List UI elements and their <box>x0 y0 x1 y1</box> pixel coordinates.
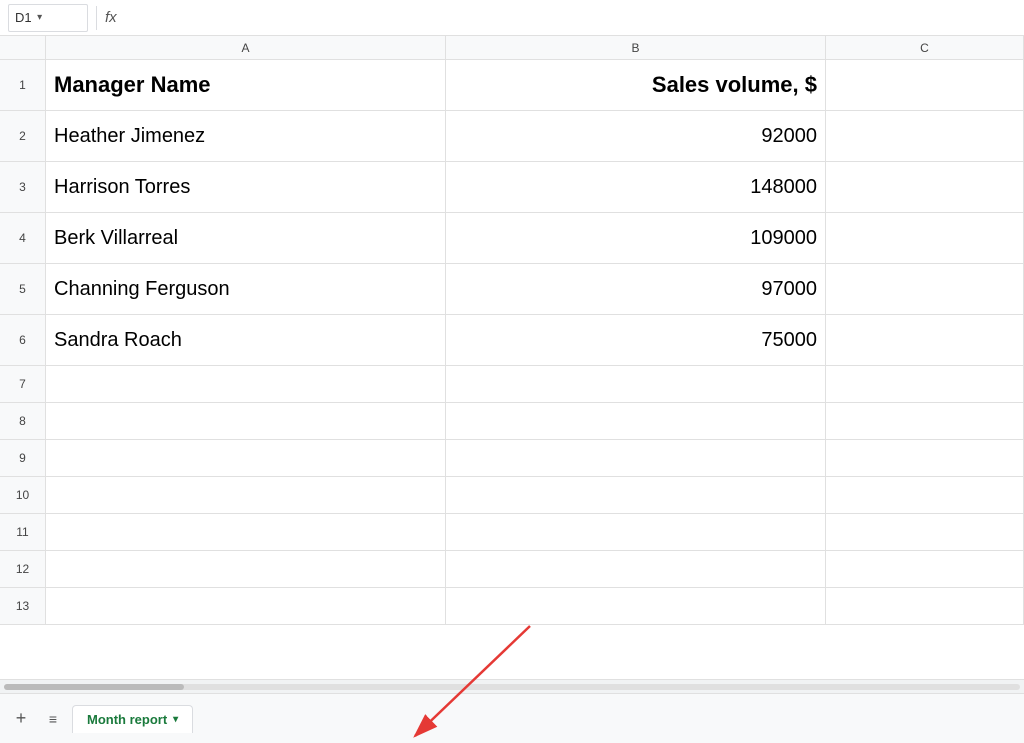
list-icon: ≡ <box>49 711 57 727</box>
cell-a-11[interactable] <box>46 514 446 550</box>
column-headers: A B C <box>0 36 1024 60</box>
cell-ref-dropdown-icon[interactable]: ▾ <box>32 5 48 31</box>
formula-bar: D1 ▾ fx <box>0 0 1024 36</box>
cell-a-12[interactable] <box>46 551 446 587</box>
cell-a-9[interactable] <box>46 440 446 476</box>
table-row: 6 Sandra Roach 75000 <box>0 315 1024 366</box>
cell-a-10[interactable] <box>46 477 446 513</box>
sheet-tab-month-report[interactable]: Month report ▾ <box>72 705 193 733</box>
row-number: 12 <box>0 551 46 587</box>
cell-a-2[interactable]: Heather Jimenez <box>46 111 446 161</box>
empty-row: 7 <box>0 366 1024 403</box>
cell-c-3[interactable] <box>826 162 1024 212</box>
cell-a-7[interactable] <box>46 366 446 402</box>
cell-a-13[interactable] <box>46 588 446 624</box>
row-number: 13 <box>0 588 46 624</box>
cell-b-2[interactable]: 92000 <box>446 111 826 161</box>
cell-b-12[interactable] <box>446 551 826 587</box>
table-row: 5 Channing Ferguson 97000 <box>0 264 1024 315</box>
cell-b-1[interactable]: Sales volume, $ <box>446 60 826 110</box>
row-number: 1 <box>0 60 46 110</box>
cell-b-3[interactable]: 148000 <box>446 162 826 212</box>
cell-c-12[interactable] <box>826 551 1024 587</box>
col-header-c[interactable]: C <box>826 36 1024 59</box>
row-number: 10 <box>0 477 46 513</box>
row-number: 4 <box>0 213 46 263</box>
row-number: 6 <box>0 315 46 365</box>
row-number: 9 <box>0 440 46 476</box>
empty-row: 13 <box>0 588 1024 625</box>
cell-c-2[interactable] <box>826 111 1024 161</box>
cell-a-8[interactable] <box>46 403 446 439</box>
spreadsheet-wrapper: A B C 1 Manager Name Sales volume, $ 2 H… <box>0 36 1024 743</box>
cell-b-7[interactable] <box>446 366 826 402</box>
cell-a-1[interactable]: Manager Name <box>46 60 446 110</box>
grid-rows: 1 Manager Name Sales volume, $ 2 Heather… <box>0 60 1024 679</box>
cell-b-8[interactable] <box>446 403 826 439</box>
sheet-tab-label: Month report <box>87 712 167 727</box>
table-row: 4 Berk Villarreal 109000 <box>0 213 1024 264</box>
row-number: 8 <box>0 403 46 439</box>
formula-divider <box>96 6 97 30</box>
sheet-tabs-bar: + ≡ Month report ▾ <box>0 693 1024 743</box>
row-number: 7 <box>0 366 46 402</box>
row-number: 3 <box>0 162 46 212</box>
cell-c-6[interactable] <box>826 315 1024 365</box>
scrollbar-track[interactable] <box>4 684 1020 690</box>
fx-icon: fx <box>105 9 117 26</box>
cell-c-13[interactable] <box>826 588 1024 624</box>
row-num-header <box>0 36 46 59</box>
table-row: 2 Heather Jimenez 92000 <box>0 111 1024 162</box>
empty-row: 11 <box>0 514 1024 551</box>
cell-c-10[interactable] <box>826 477 1024 513</box>
sheet-list-button[interactable]: ≡ <box>40 706 66 732</box>
cell-ref-value: D1 <box>15 10 32 25</box>
cell-c-9[interactable] <box>826 440 1024 476</box>
grid-area: A B C 1 Manager Name Sales volume, $ 2 H… <box>0 36 1024 679</box>
scrollbar-thumb[interactable] <box>4 684 184 690</box>
horizontal-scrollbar[interactable] <box>0 679 1024 693</box>
table-row: 3 Harrison Torres 148000 <box>0 162 1024 213</box>
table-row: 1 Manager Name Sales volume, $ <box>0 60 1024 111</box>
cell-b-5[interactable]: 97000 <box>446 264 826 314</box>
cell-c-4[interactable] <box>826 213 1024 263</box>
empty-row: 12 <box>0 551 1024 588</box>
empty-row: 10 <box>0 477 1024 514</box>
cell-c-5[interactable] <box>826 264 1024 314</box>
cell-c-7[interactable] <box>826 366 1024 402</box>
row-number: 11 <box>0 514 46 550</box>
add-sheet-button[interactable]: + <box>8 706 34 732</box>
cell-a-6[interactable]: Sandra Roach <box>46 315 446 365</box>
cell-b-9[interactable] <box>446 440 826 476</box>
col-header-b[interactable]: B <box>446 36 826 59</box>
cell-b-10[interactable] <box>446 477 826 513</box>
cell-b-4[interactable]: 109000 <box>446 213 826 263</box>
row-number: 2 <box>0 111 46 161</box>
cell-a-4[interactable]: Berk Villarreal <box>46 213 446 263</box>
cell-reference-box[interactable]: D1 ▾ <box>8 4 88 32</box>
row-number: 5 <box>0 264 46 314</box>
spreadsheet-container: A B C 1 Manager Name Sales volume, $ 2 H… <box>0 36 1024 679</box>
cell-c-11[interactable] <box>826 514 1024 550</box>
cell-c-1[interactable] <box>826 60 1024 110</box>
cell-b-6[interactable]: 75000 <box>446 315 826 365</box>
empty-row: 8 <box>0 403 1024 440</box>
formula-input[interactable] <box>125 10 1016 25</box>
sheet-tab-dropdown-icon[interactable]: ▾ <box>173 714 178 725</box>
empty-row: 9 <box>0 440 1024 477</box>
cell-a-3[interactable]: Harrison Torres <box>46 162 446 212</box>
cell-a-5[interactable]: Channing Ferguson <box>46 264 446 314</box>
cell-c-8[interactable] <box>826 403 1024 439</box>
add-icon: + <box>16 708 27 729</box>
cell-b-11[interactable] <box>446 514 826 550</box>
col-header-a[interactable]: A <box>46 36 446 59</box>
cell-b-13[interactable] <box>446 588 826 624</box>
